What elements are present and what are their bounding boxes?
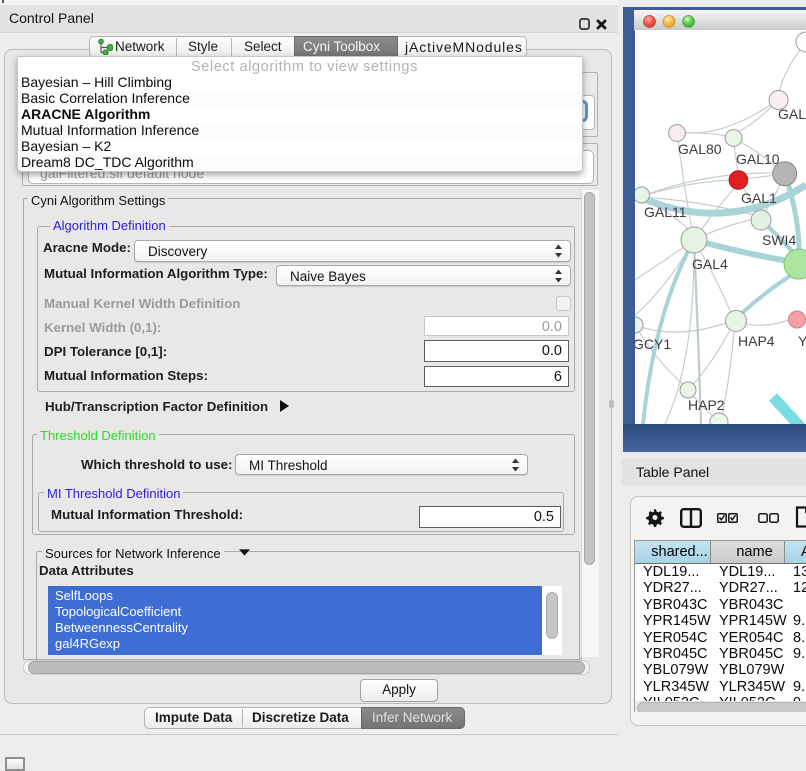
svg-text:GAL4: GAL4 [692,256,728,272]
svg-text:GAL10: GAL10 [736,151,780,167]
svg-text:GAL80: GAL80 [678,141,722,157]
svg-text:GCY1: GCY1 [635,336,671,352]
svg-text:GAL7: GAL7 [778,106,806,122]
svg-text:HAP4: HAP4 [738,333,775,349]
svg-text:GAL1: GAL1 [741,190,777,206]
svg-text:GAL11: GAL11 [644,204,687,220]
svg-text:Y: Y [798,333,806,349]
svg-text:SWI4: SWI4 [762,232,796,248]
svg-text:HAP2: HAP2 [688,397,725,413]
